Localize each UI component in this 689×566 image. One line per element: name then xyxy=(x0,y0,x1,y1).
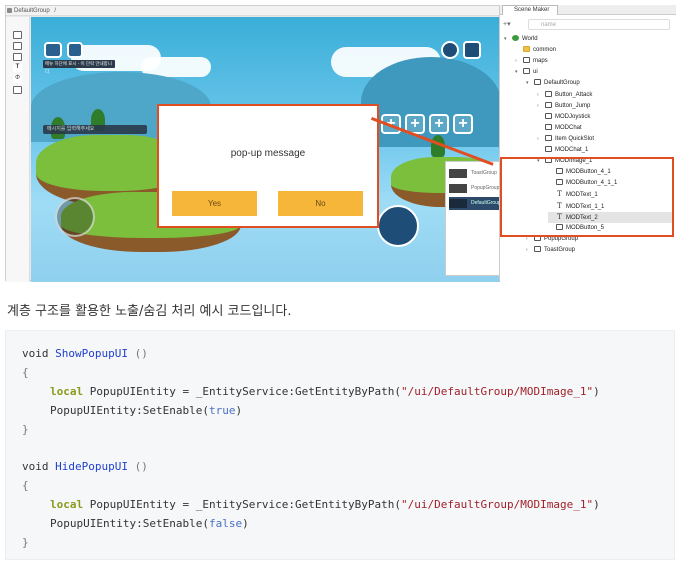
text-icon[interactable]: T xyxy=(13,64,22,72)
group-thumbnail xyxy=(449,184,467,193)
popup-no-button[interactable]: No xyxy=(278,191,363,216)
tree-item-label: MODChat_1 xyxy=(555,147,589,153)
attack-button-icon[interactable] xyxy=(377,205,419,247)
tool-column: T Φ xyxy=(6,17,30,282)
tree-item[interactable]: ▾ DefaultGroup xyxy=(526,78,674,89)
select-icon[interactable] xyxy=(13,31,22,39)
joystick-icon[interactable] xyxy=(55,197,95,237)
scene-maker-header: Scene Maker xyxy=(500,5,676,15)
tree-item-label: DefaultGroup xyxy=(544,80,580,87)
editor-tab[interactable]: DefaultGroup / xyxy=(6,6,500,16)
exit-icon[interactable] xyxy=(463,41,481,59)
world-entity-icon xyxy=(512,35,519,41)
editor-tab-title: DefaultGroup xyxy=(14,8,50,14)
joystick-icon[interactable]: Φ xyxy=(13,75,22,83)
box-entity-icon xyxy=(545,123,552,130)
group-thumbnail xyxy=(449,169,467,178)
group-entity-icon xyxy=(534,79,541,86)
group-preview-item[interactable]: PopupGroup xyxy=(449,182,504,195)
tree-item-label: ui xyxy=(533,69,538,76)
tree-item[interactable]: › ToastGroup xyxy=(526,245,674,256)
folder-entity-icon xyxy=(523,46,530,53)
scene-maker-tab[interactable]: Scene Maker xyxy=(502,5,558,15)
group-preview-item-selected[interactable]: DefaultGroup xyxy=(449,197,504,210)
tree-item[interactable]: MODChat xyxy=(537,123,674,134)
tree-item[interactable]: › Button_Attack xyxy=(537,90,674,101)
group-preview-label: DefaultGroup xyxy=(471,200,501,206)
group-preview-item[interactable]: ToastGroup xyxy=(449,167,504,180)
tree-item-label: MODJoystick xyxy=(555,113,591,120)
search-input[interactable]: name xyxy=(528,19,670,30)
grid-icon[interactable] xyxy=(13,86,22,94)
box-entity-icon xyxy=(545,101,552,108)
maps-entity-icon xyxy=(523,57,530,64)
tree-item-label: Item QuickSlot xyxy=(555,135,595,142)
scene-icon xyxy=(7,8,12,13)
tree-item-label: Button_Attack xyxy=(555,91,593,98)
group-preview-label: PopupGroup xyxy=(471,185,500,191)
expand-arrow-icon[interactable]: ▾ xyxy=(504,34,512,45)
code-line: local PopupUIEntity = _EntityService:Get… xyxy=(50,385,600,398)
tree-item[interactable]: common xyxy=(515,45,674,56)
expand-arrow-icon[interactable]: › xyxy=(537,101,545,112)
tree-item[interactable]: MODJoystick xyxy=(537,112,674,123)
expand-arrow-icon[interactable]: ▾ xyxy=(526,78,534,89)
code-line: { xyxy=(22,366,29,379)
scene-maker-panel: Scene Maker +▾ name ▾ World common › maps ▾ ui… xyxy=(499,5,676,281)
tree-item[interactable]: ▾ World xyxy=(504,34,674,45)
group-entity-icon xyxy=(534,245,541,252)
tree-item-label: common xyxy=(533,47,557,54)
ui-entity-icon xyxy=(523,68,530,75)
expand-arrow-icon[interactable]: › xyxy=(537,134,545,145)
code-line: { xyxy=(22,479,29,492)
scene-search: +▾ name xyxy=(503,19,673,30)
tree-item[interactable]: › Item QuickSlot xyxy=(537,134,674,145)
box-entity-icon xyxy=(545,90,552,97)
tip-banner: 메뉴 하단에 표시 - 이 단락 안내합니다. xyxy=(43,60,115,74)
code-line: PopupUIEntity:SetEnable(false) xyxy=(50,517,249,530)
popup-message: pop-up message xyxy=(230,148,306,159)
code-line: local PopupUIEntity = _EntityService:Get… xyxy=(50,498,600,511)
tree-item[interactable]: ▾ ui xyxy=(515,67,674,78)
group-preview-panel: ToastGroup PopupGroup DefaultGroup xyxy=(445,161,504,276)
box-entity-icon xyxy=(545,134,552,141)
tree-item-label: Button_Jump xyxy=(555,102,591,109)
tree-item-label: maps xyxy=(533,58,548,65)
editor-tab-separator: / xyxy=(54,8,57,14)
code-line: void ShowPopupUI () xyxy=(22,347,148,360)
mute-mic-icon[interactable] xyxy=(67,42,83,58)
code-block: void ShowPopupUI () { local PopupUIEntit… xyxy=(5,330,675,560)
chat-icon[interactable] xyxy=(44,42,62,58)
code-line: } xyxy=(22,536,29,549)
popup-dialog: pop-up message Yes No xyxy=(157,104,379,228)
box-entity-icon xyxy=(545,146,552,152)
expand-arrow-icon[interactable]: › xyxy=(537,90,545,101)
menu-icon[interactable] xyxy=(441,41,459,59)
expand-arrow-icon[interactable]: › xyxy=(515,56,523,67)
quickslot-button[interactable]: + xyxy=(429,114,449,134)
caption: 계층 구조를 활용한 노출/숨김 처리 예시 코드입니다. xyxy=(7,304,292,319)
code-line: PopupUIEntity:SetEnable(true) xyxy=(50,404,243,417)
expand-arrow-icon[interactable]: ▾ xyxy=(515,67,523,78)
ui-frame-icon[interactable] xyxy=(13,42,22,50)
group-preview-label: ToastGroup xyxy=(471,170,497,176)
highlight-box xyxy=(500,157,674,237)
add-entity-icon[interactable]: +▾ xyxy=(503,20,511,28)
image-icon[interactable] xyxy=(13,53,22,61)
code-line: void HidePopupUI () xyxy=(22,460,148,473)
code-line: } xyxy=(22,423,29,436)
tree-item[interactable]: › Button_Jump xyxy=(537,101,674,112)
tree-item-label: MODChat xyxy=(555,124,582,131)
tree-item-label: World xyxy=(522,36,538,42)
popup-yes-button[interactable]: Yes xyxy=(172,191,257,216)
box-entity-icon xyxy=(545,112,552,119)
expand-arrow-icon[interactable]: › xyxy=(526,245,534,256)
chat-input[interactable]: 메시지를 입력해주세요 xyxy=(43,125,147,134)
tree-item[interactable]: › maps xyxy=(515,56,674,67)
quickslot-button[interactable]: + xyxy=(453,114,473,134)
tree-item[interactable]: MODChat_1 xyxy=(537,145,674,156)
tree-item-label: ToastGroup xyxy=(544,246,576,253)
group-thumbnail xyxy=(449,199,467,208)
